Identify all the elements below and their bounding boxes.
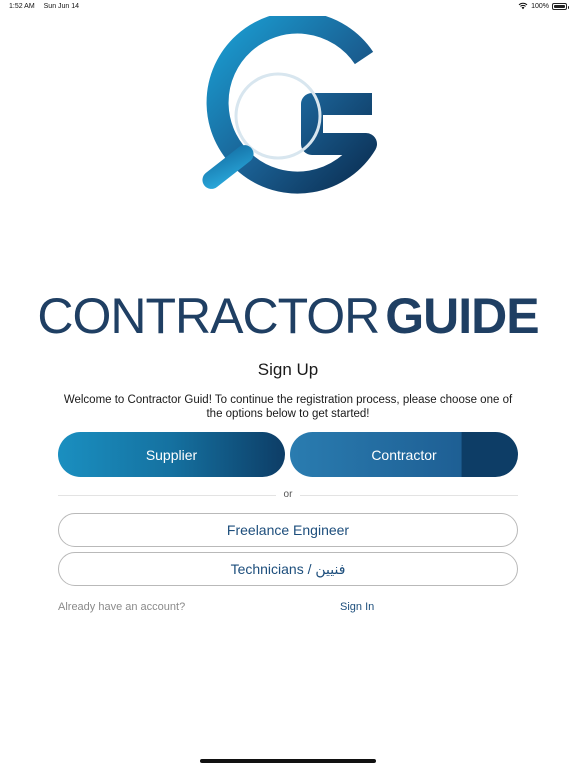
home-indicator[interactable] — [200, 759, 376, 763]
supplier-button-label: Supplier — [145, 446, 198, 463]
wordmark-contractor: CONTRACTOR — [37, 288, 380, 344]
freelance-engineer-button[interactable]: Freelance Engineer — [58, 513, 518, 547]
battery-percent: 100% — [531, 2, 549, 10]
technicians-button[interactable]: Technicians / فنيين — [58, 552, 518, 586]
supplier-button[interactable]: Supplier — [58, 432, 285, 477]
divider-right — [300, 495, 518, 496]
contractor-button[interactable]: Contractor — [290, 432, 518, 477]
status-date: Sun Jun 14 — [43, 3, 80, 10]
sign-in-link[interactable]: Sign In — [340, 601, 374, 613]
technicians-label: Technicians / فنيين — [230, 560, 346, 577]
wifi-icon — [518, 2, 528, 10]
already-have-account-text: Already have an account? — [58, 601, 186, 613]
or-separator: or — [283, 489, 293, 500]
status-time-date: 1:52 AM Sun Jun 14 — [9, 3, 86, 10]
battery-icon — [552, 2, 569, 10]
freelance-engineer-label: Freelance Engineer — [226, 522, 350, 538]
contractor-guide-wordmark: CONTRACTOR GUIDE — [0, 288, 576, 344]
divider-left — [58, 495, 276, 496]
page-title: Sign Up — [257, 360, 319, 379]
status-indicators: 100% — [518, 2, 569, 10]
wordmark-guide: GUIDE — [385, 288, 539, 344]
status-time: 1:52 AM — [9, 3, 35, 10]
welcome-message: Welcome to Contractor Guid! To continue … — [63, 394, 513, 420]
contractor-guide-logo-icon — [202, 16, 377, 194]
contractor-button-label: Contractor — [371, 446, 437, 463]
status-bar: 1:52 AM Sun Jun 14 100% — [0, 0, 576, 14]
